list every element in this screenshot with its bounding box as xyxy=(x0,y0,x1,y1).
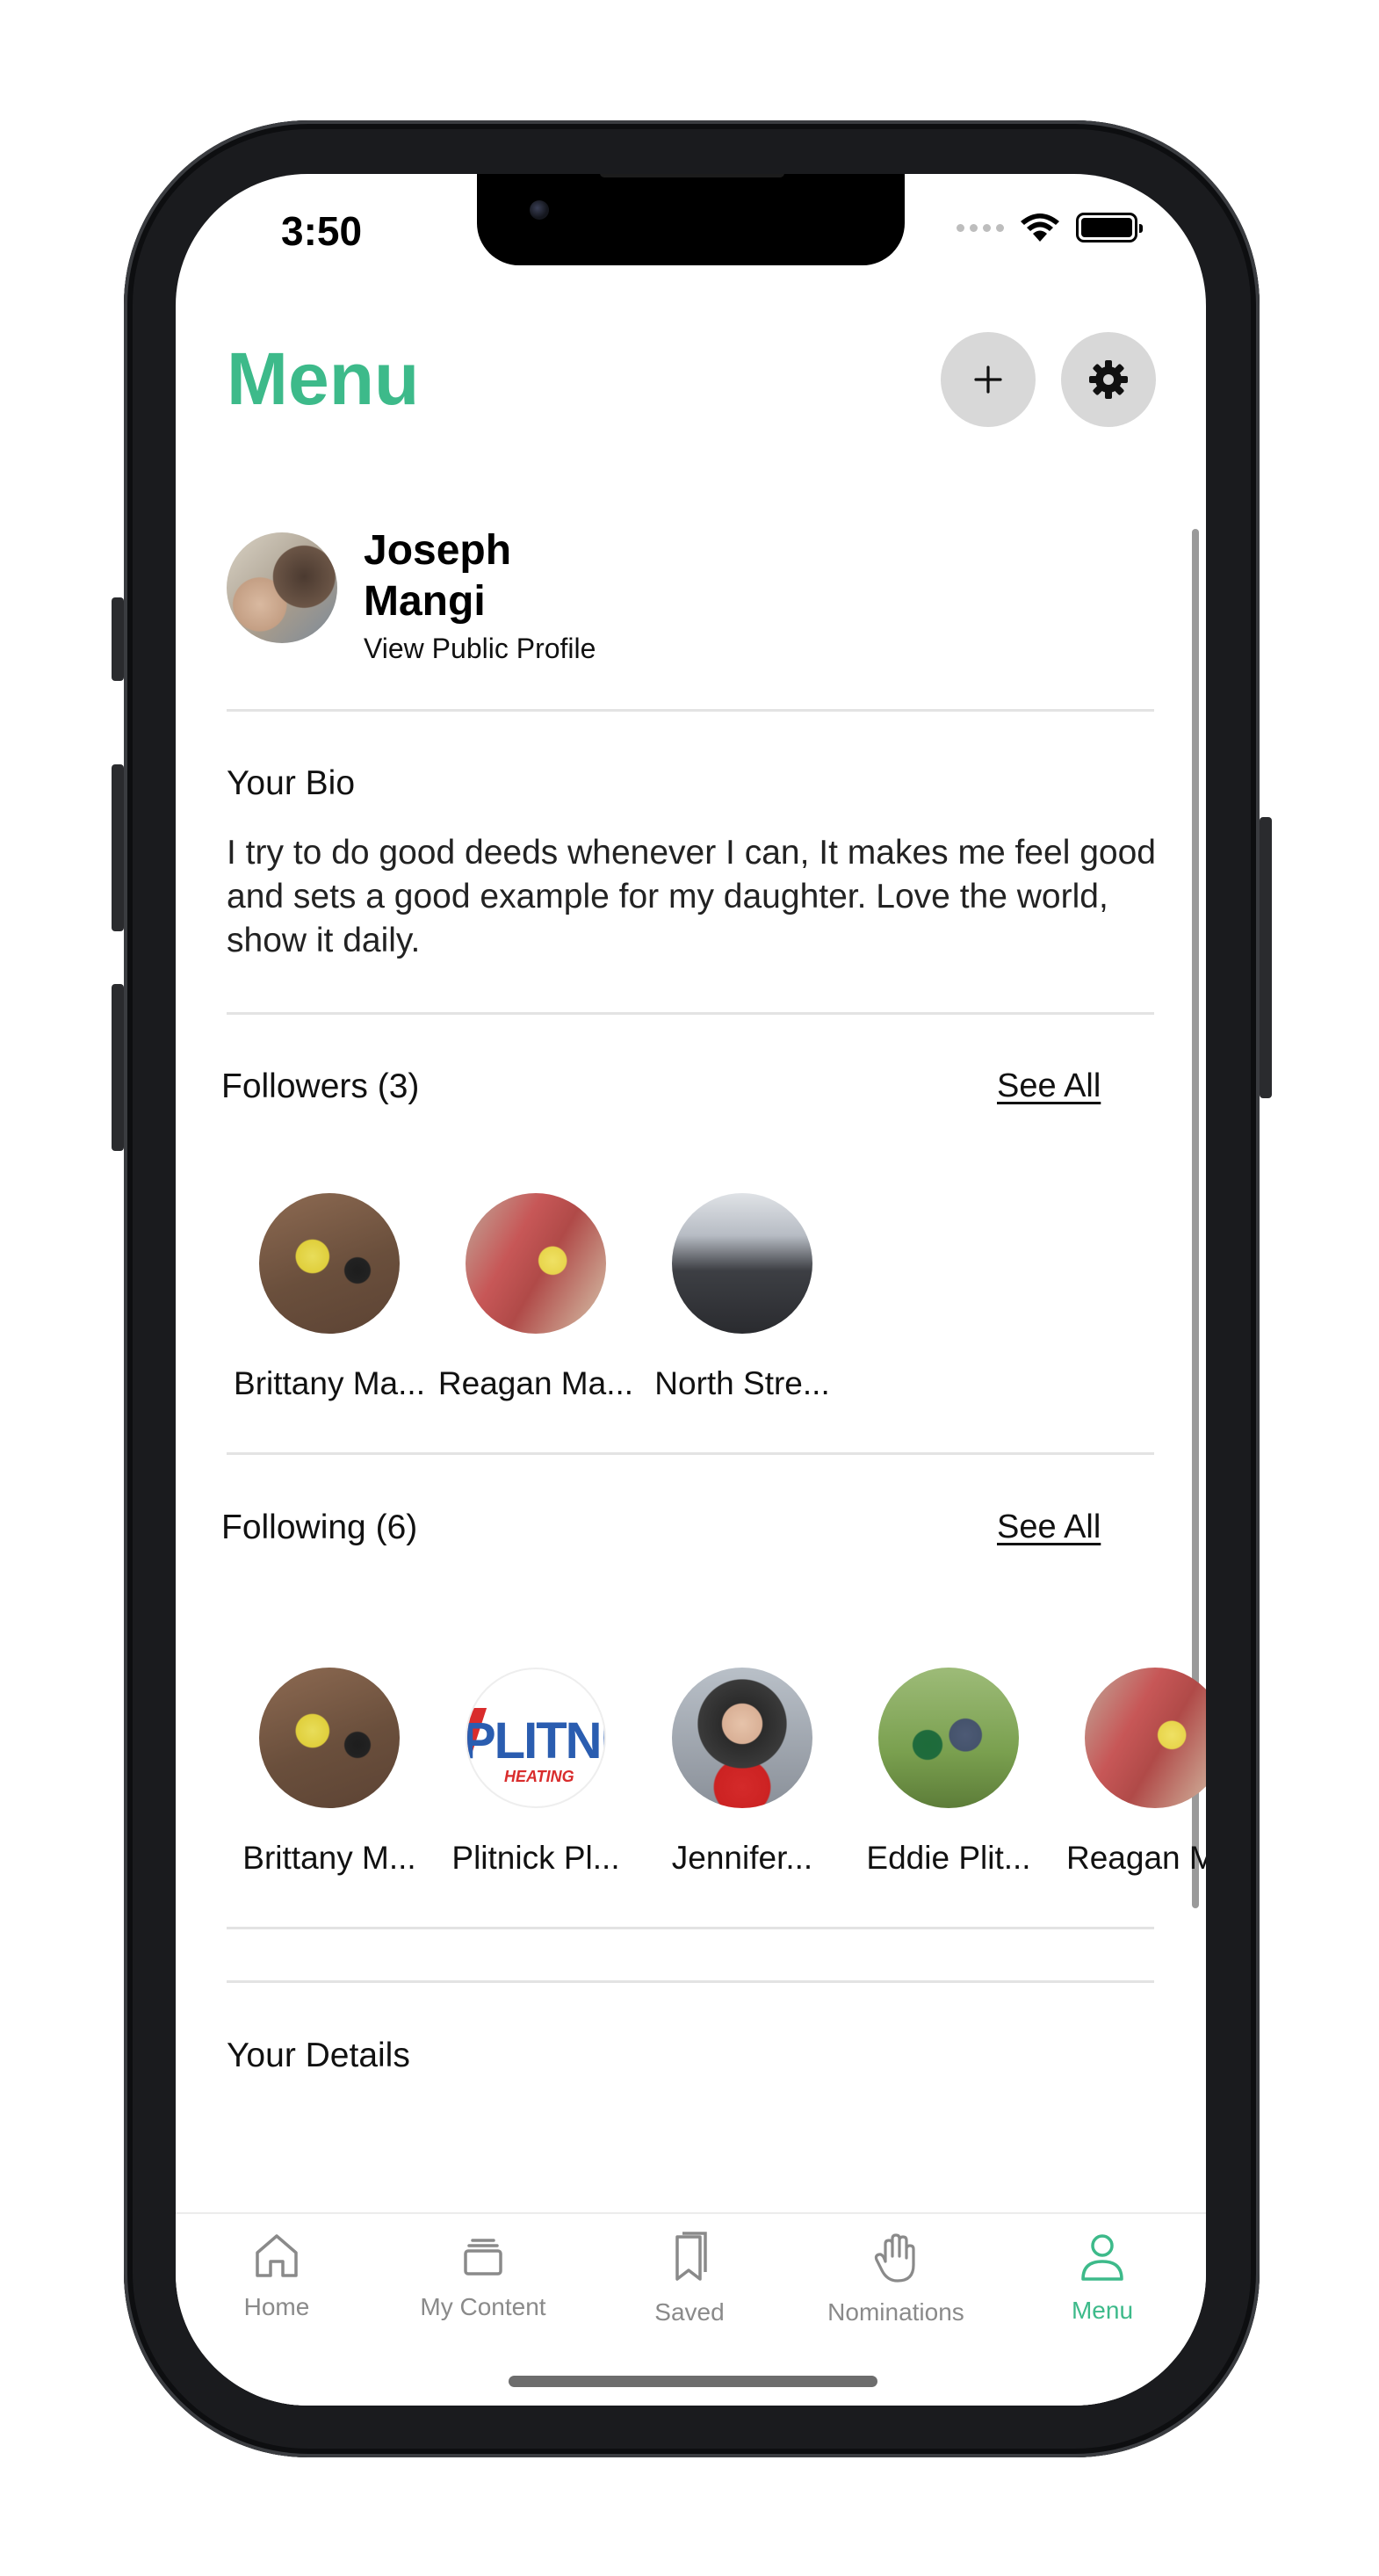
follower-name: Reagan Ma... xyxy=(437,1365,634,1401)
tab-my-content[interactable]: My Content xyxy=(382,2232,584,2321)
following-see-all-link[interactable]: See All xyxy=(997,1509,1101,1546)
mute-switch xyxy=(112,597,124,681)
stack-icon xyxy=(464,2239,502,2276)
follower-avatar xyxy=(259,1193,400,1334)
volume-up-button xyxy=(112,764,124,931)
bio-heading: Your Bio xyxy=(227,764,356,802)
following-item[interactable]: Jennifer... xyxy=(641,1668,843,1877)
tab-nominations[interactable]: Nominations xyxy=(795,2232,997,2326)
follower-item[interactable]: Reagan Ma... xyxy=(435,1193,637,1402)
following-avatar: PLITNI HEATING xyxy=(466,1668,606,1808)
divider xyxy=(227,1980,1154,1983)
power-button xyxy=(1260,817,1272,1098)
front-camera xyxy=(530,200,549,220)
home-indicator[interactable] xyxy=(509,2376,877,2387)
cellular-signal-icon xyxy=(957,223,1004,232)
divider xyxy=(227,1452,1154,1455)
following-item[interactable]: PLITNI HEATING Plitnick Pl... xyxy=(435,1668,637,1877)
plus-icon xyxy=(974,365,1002,394)
following-avatar xyxy=(259,1668,400,1808)
following-avatar xyxy=(878,1668,1019,1808)
tab-saved[interactable]: Saved xyxy=(588,2232,791,2326)
volume-down-button xyxy=(112,984,124,1151)
notch xyxy=(477,174,905,265)
follower-item[interactable]: North Stre... xyxy=(641,1193,843,1402)
following-item[interactable]: Brittany M... xyxy=(228,1668,430,1877)
followers-see-all-link[interactable]: See All xyxy=(997,1067,1101,1105)
tab-label: My Content xyxy=(420,2293,546,2320)
tab-label: Nominations xyxy=(827,2298,964,2326)
page-title: Menu xyxy=(227,337,420,420)
following-item[interactable]: Reagan M xyxy=(1054,1668,1206,1877)
following-avatar xyxy=(672,1668,812,1808)
tab-menu[interactable]: Menu xyxy=(1001,2232,1203,2325)
profile-first-name: Joseph xyxy=(364,527,512,574)
divider xyxy=(227,1927,1154,1929)
following-name: Plitnick Pl... xyxy=(451,1840,620,1876)
following-name: Eddie Plit... xyxy=(866,1840,1031,1876)
divider xyxy=(227,709,1154,712)
follower-item[interactable]: Brittany Ma... xyxy=(228,1193,430,1402)
followers-heading: Followers (3) xyxy=(221,1067,420,1105)
follower-name: Brittany Ma... xyxy=(234,1365,425,1401)
following-name: Jennifer... xyxy=(671,1840,813,1876)
settings-button[interactable] xyxy=(1061,332,1156,427)
logo-subtext: HEATING xyxy=(504,1768,574,1785)
wifi-icon xyxy=(1021,213,1059,242)
tab-label: Saved xyxy=(654,2298,725,2326)
divider xyxy=(227,1012,1154,1015)
app-screen: 3:50 Menu Joseph Mangi View Public Profi… xyxy=(176,174,1206,2406)
details-heading: Your Details xyxy=(227,2037,410,2074)
tab-home[interactable]: Home xyxy=(176,2232,378,2321)
profile-name: Joseph Mangi xyxy=(364,525,539,627)
follower-avatar xyxy=(466,1193,606,1334)
bookmarks-icon xyxy=(675,2232,707,2281)
battery-icon xyxy=(1076,213,1143,242)
follower-name: North Stre... xyxy=(654,1365,830,1401)
person-icon xyxy=(1081,2234,1123,2281)
view-public-profile-link[interactable]: View Public Profile xyxy=(364,633,596,665)
hand-icon xyxy=(874,2233,915,2283)
add-button[interactable] xyxy=(941,332,1036,427)
home-icon xyxy=(256,2234,298,2277)
speaker xyxy=(600,174,784,177)
following-item[interactable]: Eddie Plit... xyxy=(848,1668,1050,1877)
status-time: 3:50 xyxy=(281,208,363,254)
profile-last-name: Mangi xyxy=(364,578,486,625)
avatar[interactable] xyxy=(227,532,337,643)
following-heading: Following (6) xyxy=(221,1509,418,1546)
logo-text: PLITNI xyxy=(466,1712,606,1769)
tab-label: Menu xyxy=(1071,2297,1134,2324)
following-name: Brittany M... xyxy=(242,1840,416,1876)
profile-header[interactable]: Joseph Mangi View Public Profile xyxy=(227,527,596,665)
gear-icon xyxy=(1089,360,1128,399)
status-icons xyxy=(957,213,1143,242)
bio-text: I try to do good deeds whenever I can, I… xyxy=(227,834,1156,959)
follower-avatar xyxy=(672,1193,812,1334)
tab-label: Home xyxy=(243,2293,310,2320)
following-name: Reagan M xyxy=(1066,1840,1206,1876)
following-avatar xyxy=(1085,1668,1206,1808)
